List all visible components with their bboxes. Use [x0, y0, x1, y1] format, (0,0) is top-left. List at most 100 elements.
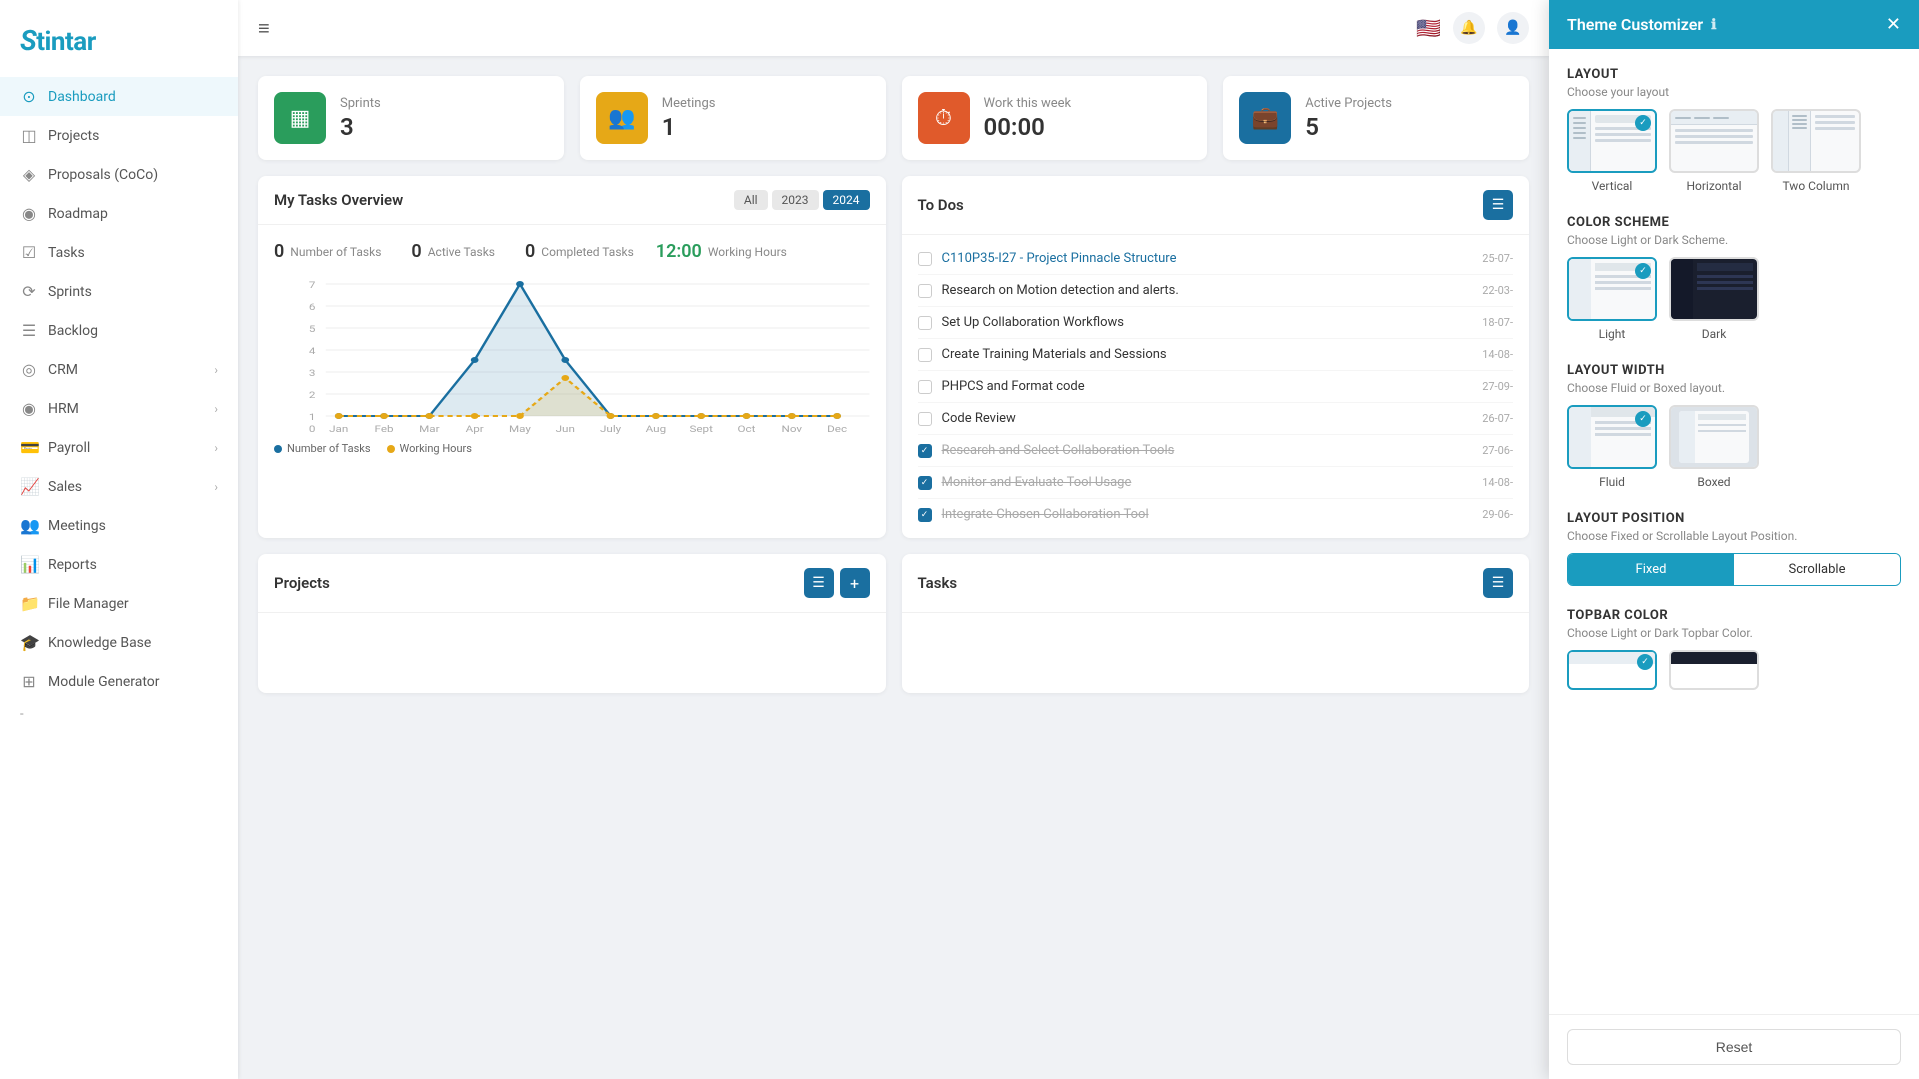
sidebar-item-projects[interactable]: ◫ Projects [0, 116, 238, 155]
sidebar-item-tasks[interactable]: ☑ Tasks [0, 233, 238, 272]
projects-card-body [258, 613, 886, 693]
layout-width-subtitle: Choose Fluid or Boxed layout. [1567, 381, 1901, 395]
todo-text: Monitor and Evaluate Tool Usage [942, 475, 1473, 490]
sidebar-label-hrm: HRM [48, 401, 79, 417]
topbar-color-dark-preview [1669, 650, 1759, 690]
theme-footer: Reset [1549, 1014, 1919, 1079]
layout-section: LAYOUT Choose your layout ✓ [1567, 67, 1901, 193]
menu-toggle-button[interactable]: ≡ [258, 16, 270, 41]
todos-list-view-button[interactable]: ☰ [1483, 190, 1513, 220]
legend-dot-tasks [274, 445, 282, 453]
legend-label-tasks: Number of Tasks [287, 442, 371, 455]
projects-list-view-button[interactable]: ☰ [804, 568, 834, 598]
todo-checkbox[interactable] [918, 348, 932, 362]
sidebar-item-knowledge[interactable]: 🎓 Knowledge Base [0, 623, 238, 662]
sidebar-item-meetings[interactable]: 👥 Meetings [0, 506, 238, 545]
tab-all[interactable]: All [734, 190, 768, 210]
theme-close-button[interactable]: ✕ [1886, 14, 1901, 35]
todos-title: To Dos [918, 196, 964, 214]
sidebar-item-reports[interactable]: 📊 Reports [0, 545, 238, 584]
svg-text:5: 5 [309, 323, 316, 334]
reset-button[interactable]: Reset [1567, 1029, 1901, 1065]
color-preview-dark [1669, 257, 1759, 321]
backlog-icon: ☰ [20, 321, 38, 340]
list-item: Create Training Materials and Sessions 1… [918, 339, 1514, 371]
notifications-button[interactable]: 🔔 [1453, 12, 1485, 44]
todo-date: 29-06- [1482, 508, 1513, 521]
meetings-value: 1 [662, 113, 870, 141]
legend-tasks: Number of Tasks [274, 442, 371, 455]
sidebar-item-roadmap[interactable]: ◉ Roadmap [0, 194, 238, 233]
sidebar-label-projects: Projects [48, 128, 99, 144]
topbar-color-dark-option[interactable] [1669, 650, 1759, 690]
layout-preview-twocolumn [1771, 109, 1861, 173]
sidebar-item-sales[interactable]: 📈 Sales › [0, 467, 238, 506]
theme-customizer-title: Theme Customizer [1567, 15, 1703, 34]
projects-add-button[interactable]: + [840, 568, 870, 598]
chart-svg: 7 6 5 4 3 2 1 0 Jan Feb Mar [274, 274, 870, 434]
sidebar-item-payroll[interactable]: 💳 Payroll › [0, 428, 238, 467]
layout-option-vertical[interactable]: ✓ [1567, 109, 1657, 193]
position-scrollable-button[interactable]: Scrollable [1734, 554, 1900, 585]
projects-card-title: Projects [274, 574, 330, 592]
todo-checkbox[interactable] [918, 412, 932, 426]
todo-checkbox[interactable] [918, 476, 932, 490]
tasks-stats: 0 Number of Tasks 0 Active Tasks 0 Compl… [274, 241, 870, 262]
sidebar-label-proposals: Proposals (CoCo) [48, 167, 158, 183]
layout-option-twocolumn[interactable]: Two Column [1771, 109, 1861, 193]
width-preview-boxed [1669, 405, 1759, 469]
meetings-stat-icon: 👥 [596, 92, 648, 144]
color-option-light[interactable]: ✓ [1567, 257, 1657, 341]
work-value: 00:00 [984, 113, 1192, 141]
year-tabs: All 2023 2024 [734, 190, 870, 210]
tab-2024[interactable]: 2024 [823, 190, 870, 210]
todo-checkbox[interactable] [918, 508, 932, 522]
layout-option-horizontal[interactable]: Horizontal [1669, 109, 1759, 193]
topbar-color-light-option[interactable]: ✓ [1567, 650, 1657, 690]
todo-date: 18-07- [1482, 316, 1513, 329]
tab-2023[interactable]: 2023 [772, 190, 819, 210]
todo-checkbox[interactable] [918, 316, 932, 330]
position-fixed-button[interactable]: Fixed [1568, 554, 1734, 585]
width-option-boxed[interactable]: Boxed [1669, 405, 1759, 489]
sales-arrow-icon: › [214, 480, 218, 494]
tasks-list-view-button[interactable]: ☰ [1483, 568, 1513, 598]
theme-info-icon: ℹ [1711, 17, 1716, 33]
sidebar-item-module[interactable]: ⊞ Module Generator [0, 662, 238, 701]
user-avatar[interactable]: 👤 [1497, 12, 1529, 44]
layout-position-subtitle: Choose Fixed or Scrollable Layout Positi… [1567, 529, 1901, 543]
layout-position-section: LAYOUT POSITION Choose Fixed or Scrollab… [1567, 511, 1901, 586]
logo-text: Stintar [20, 24, 96, 57]
color-option-dark[interactable]: Dark [1669, 257, 1759, 341]
sidebar-item-proposals[interactable]: ◈ Proposals (CoCo) [0, 155, 238, 194]
todo-checkbox[interactable] [918, 380, 932, 394]
sidebar-item-crm[interactable]: ◎ CRM › [0, 350, 238, 389]
svg-text:Oct: Oct [738, 423, 757, 434]
todo-checkbox[interactable] [918, 252, 932, 266]
sprints-icon: ⟳ [20, 282, 38, 301]
work-stat-icon: ⏱ [918, 92, 970, 144]
svg-text:May: May [509, 423, 531, 434]
todo-checkbox[interactable] [918, 444, 932, 458]
width-option-fluid[interactable]: ✓ [1567, 405, 1657, 489]
todo-checkbox[interactable] [918, 284, 932, 298]
sidebar-item-sprints[interactable]: ⟳ Sprints [0, 272, 238, 311]
list-item: Code Review 26-07- [918, 403, 1514, 435]
work-label: Work this week [984, 96, 1192, 111]
legend-dot-hours [387, 445, 395, 453]
sidebar-item-backlog[interactable]: ☰ Backlog [0, 311, 238, 350]
sidebar-label-reports: Reports [48, 557, 97, 573]
layout-preview-vertical: ✓ [1567, 109, 1657, 173]
width-label-fluid: Fluid [1599, 475, 1625, 489]
topbar-color-subtitle: Choose Light or Dark Topbar Color. [1567, 626, 1901, 640]
todo-date: 14-08- [1482, 476, 1513, 489]
todos-header: To Dos ☰ [902, 176, 1530, 235]
sidebar-item-hrm[interactable]: ◉ HRM › [0, 389, 238, 428]
legend-label-hours: Working Hours [400, 442, 472, 455]
payroll-icon: 💳 [20, 438, 38, 457]
sidebar-item-dashboard[interactable]: ⊙ Dashboard [0, 77, 238, 116]
sales-icon: 📈 [20, 477, 38, 496]
layout-width-section: LAYOUT WIDTH Choose Fluid or Boxed layou… [1567, 363, 1901, 489]
sidebar-item-filemanager[interactable]: 📁 File Manager [0, 584, 238, 623]
language-flag[interactable]: 🇺🇸 [1416, 16, 1441, 40]
